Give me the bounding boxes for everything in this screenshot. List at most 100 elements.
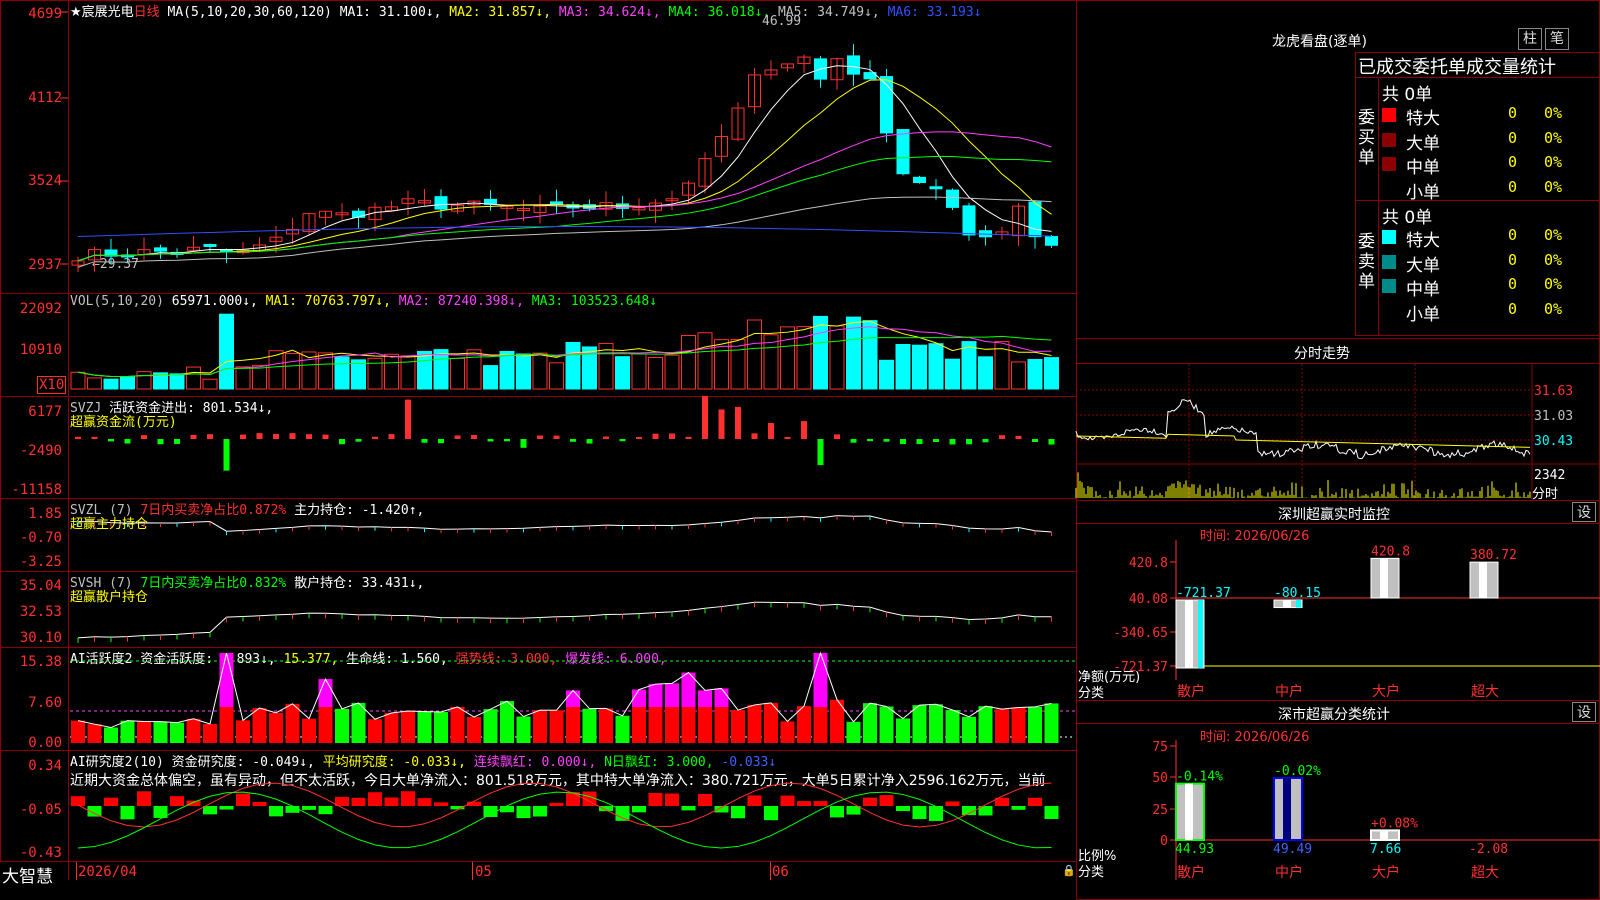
- volume-bar: [1027, 358, 1043, 390]
- research-bar: [401, 791, 415, 806]
- flow-bar: [553, 435, 560, 439]
- ss-y-tick-1: 75: [1152, 740, 1168, 755]
- candle-body: [203, 244, 217, 248]
- ss-change-label-2: +0.08%: [1371, 816, 1418, 831]
- ss-y-tick-3: 25: [1152, 803, 1168, 818]
- candle-body: [946, 189, 959, 208]
- volume-bar: [681, 335, 696, 390]
- flow-bar: [207, 434, 213, 439]
- retail-position-line: [77, 601, 1052, 639]
- sell-0-label: 特大: [1406, 231, 1440, 251]
- flow-bar: [999, 435, 1005, 439]
- ss-settings-button[interactable]: 设: [1572, 702, 1596, 722]
- intraday-chart[interactable]: [1075, 364, 1600, 500]
- lock-icon[interactable]: 🔒: [1062, 864, 1076, 877]
- candle-body: [913, 176, 926, 184]
- volume-bar: [384, 353, 399, 390]
- kline-chart[interactable]: [0, 0, 1077, 294]
- research-bar: [1044, 806, 1059, 819]
- sz-bar-highlight: [1479, 562, 1487, 598]
- svzj-chart[interactable]: [0, 395, 1077, 499]
- research-bar: [747, 795, 762, 806]
- ss-value-label-2: 7.66: [1370, 842, 1401, 857]
- volume-chart[interactable]: [0, 293, 1077, 397]
- research-bar: [434, 802, 448, 806]
- flow-bar: [735, 406, 741, 439]
- ss-value-label-3: -2.08: [1469, 842, 1508, 857]
- volume-bar: [499, 350, 515, 390]
- flow-bar: [603, 436, 609, 439]
- sz-title: 深圳超赢实时监控: [1278, 507, 1390, 523]
- research-bar: [236, 793, 250, 806]
- ss-y-tick-4: 0: [1160, 834, 1168, 849]
- research-bar: [186, 800, 201, 806]
- volume-bar: [879, 359, 894, 390]
- activity-bar: [582, 708, 597, 743]
- activity-top: [698, 690, 712, 707]
- activity-bar: [285, 703, 300, 743]
- flow-bar: [141, 435, 147, 439]
- research-line-red: [77, 782, 1052, 828]
- date-label-1: 2026/04: [78, 864, 138, 880]
- volume-bar: [664, 354, 680, 390]
- activity-top: [318, 679, 333, 707]
- research-bar: [351, 797, 366, 806]
- sz-settings-button[interactable]: 设: [1572, 502, 1596, 522]
- volume-bar: [202, 378, 218, 390]
- svzl-chart[interactable]: [0, 498, 1077, 572]
- buy-total: 共 0单: [1382, 85, 1433, 105]
- volume-bar: [417, 350, 432, 390]
- volume-bar: [70, 371, 86, 390]
- buy-3-percent: 0%: [1544, 177, 1563, 196]
- ss-value-label-0: 44.93: [1175, 842, 1214, 857]
- activity-bar: [549, 710, 564, 743]
- flow-bar: [982, 439, 989, 443]
- volume-bar: [1011, 361, 1026, 390]
- volume-bar: [615, 356, 630, 390]
- research-bar: [533, 806, 547, 817]
- column-mode-button[interactable]: 柱: [1518, 28, 1542, 50]
- ss-category-chart[interactable]: 75 50 25 0 44.93 -0.14% 散户 49.49 -0.02% 中户 7.66 +0.…: [1076, 740, 1600, 900]
- activity-bar: [401, 711, 415, 743]
- sz-y-tick-4: -721.37: [1113, 660, 1168, 675]
- activity-bar: [351, 702, 366, 743]
- flow-bar: [867, 439, 873, 442]
- flow-bar: [471, 435, 477, 439]
- research-bar: [219, 806, 234, 810]
- ai-activity-chart[interactable]: [0, 647, 1077, 751]
- research-bar: [500, 806, 514, 813]
- activity-bar: [731, 710, 745, 743]
- flow-bar: [586, 439, 593, 444]
- activity-bar: [500, 701, 514, 743]
- flow-bar: [256, 433, 263, 439]
- volume-bar: [730, 339, 746, 390]
- research-bar: [764, 806, 778, 821]
- sz-monitor-chart[interactable]: 420.8 40.08 -340.65 -721.37 -721.37 散户 -80.15 中…: [1076, 540, 1600, 700]
- sz-value-label-3: 380.72: [1470, 548, 1517, 563]
- activity-bar: [335, 708, 349, 743]
- research-bar: [120, 806, 135, 820]
- research-bar: [945, 801, 960, 806]
- research-bar: [1011, 806, 1026, 810]
- ss-change-label-1: -0.02%: [1274, 764, 1321, 779]
- activity-bar: [71, 720, 85, 743]
- buy-0-color-swatch: [1382, 108, 1396, 122]
- activity-top: [714, 688, 729, 707]
- date-label-3: 06: [772, 864, 789, 880]
- svsh-chart[interactable]: [0, 571, 1077, 648]
- ai-research-chart[interactable]: [0, 750, 1077, 862]
- tick-mode-button[interactable]: 笔: [1545, 28, 1569, 50]
- activity-bar: [1044, 703, 1059, 743]
- activity-bar: [912, 705, 927, 743]
- activity-top: [648, 684, 663, 707]
- buy-1-percent: 0%: [1544, 128, 1563, 147]
- activity-bar: [203, 723, 217, 743]
- sz-bar-highlight: [1380, 558, 1388, 598]
- activity-bar: [252, 708, 267, 743]
- lhb-title: 龙虎看盘(逐单): [1272, 34, 1367, 50]
- ss-bar-highlight: [1283, 777, 1291, 840]
- activity-bar: [170, 722, 184, 743]
- volume-bar: [697, 332, 713, 390]
- candle-body: [847, 55, 860, 75]
- activity-bar: [962, 716, 976, 743]
